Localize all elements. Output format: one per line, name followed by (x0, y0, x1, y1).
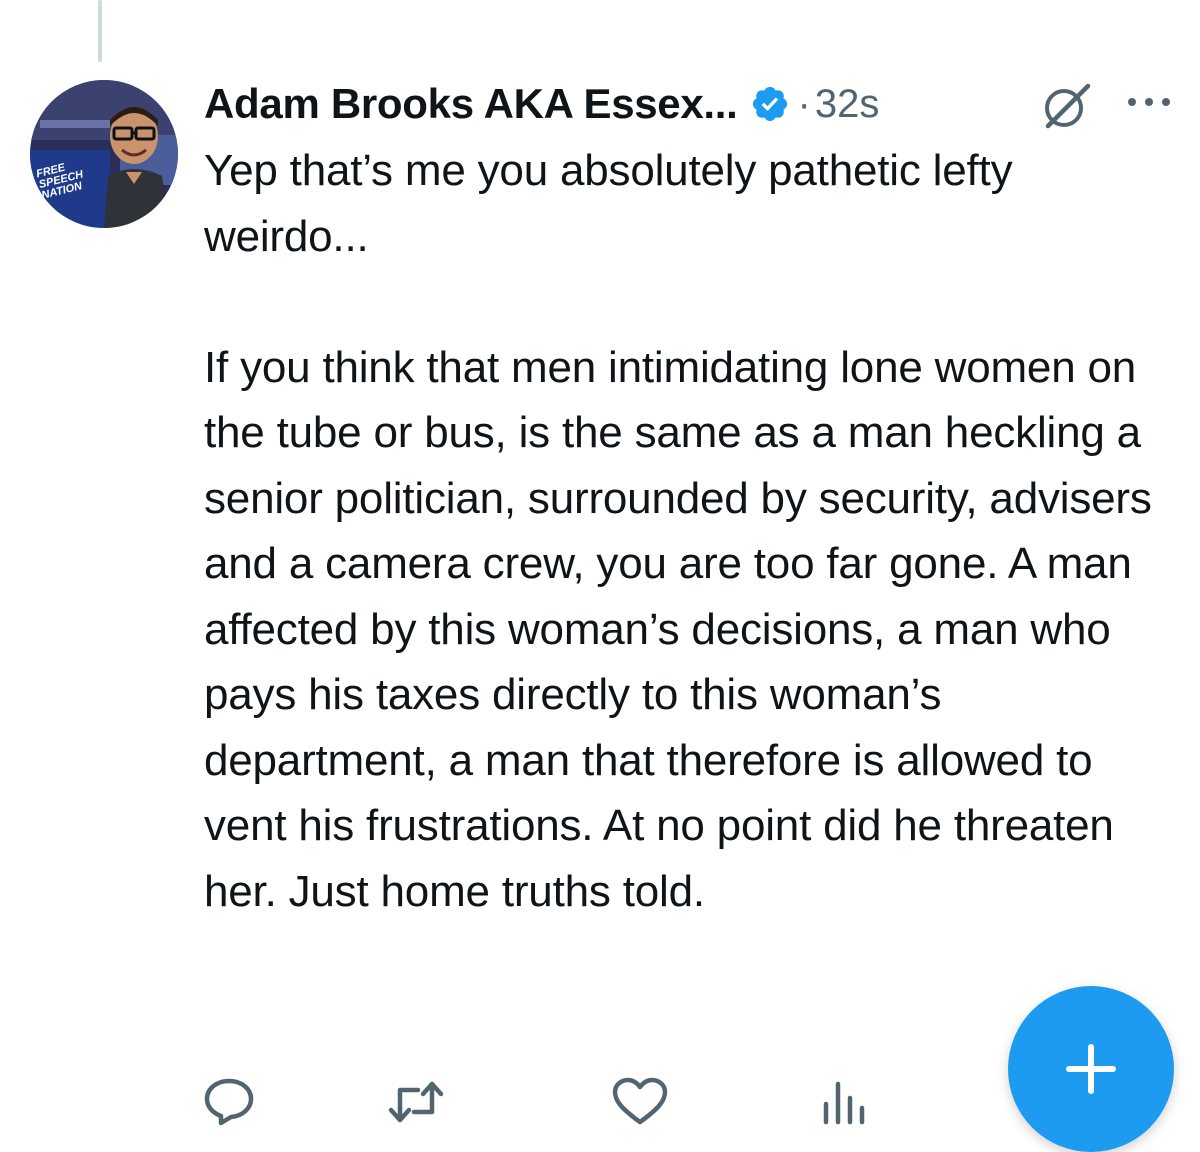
reply-icon[interactable] (202, 1076, 256, 1126)
compose-button[interactable] (1008, 986, 1174, 1152)
tweet-paragraph-1: Yep that’s me you absolutely pathetic le… (204, 146, 1013, 261)
tweet-text: Yep that’s me you absolutely pathetic le… (204, 138, 1164, 924)
repost-icon[interactable] (386, 1076, 446, 1126)
author-name[interactable]: Adam Brooks AKA Essex... (204, 80, 738, 128)
tweet-header: Adam Brooks AKA Essex... · 32s (204, 74, 879, 134)
views-icon[interactable] (820, 1076, 870, 1126)
header-separator-dot: · (797, 81, 811, 126)
compose-plus-icon (1066, 1044, 1116, 1094)
tweet-timestamp[interactable]: 32s (815, 82, 880, 127)
avatar-image: FREE SPEECH NATION (30, 80, 178, 228)
tweet-action-bar (200, 1076, 900, 1126)
more-options-icon[interactable] (1124, 94, 1174, 110)
tweet-paragraph-2: If you think that men intimidating lone … (204, 342, 1152, 916)
avatar[interactable]: FREE SPEECH NATION (30, 80, 178, 228)
thread-connector-line (98, 0, 102, 62)
verified-badge-icon[interactable] (750, 84, 790, 124)
like-icon[interactable] (610, 1076, 670, 1126)
grok-icon[interactable] (1040, 80, 1094, 132)
